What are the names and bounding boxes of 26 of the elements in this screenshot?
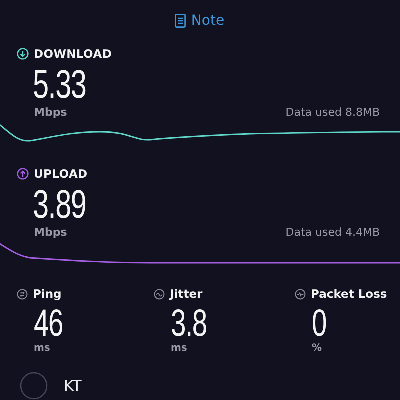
pulse-icon (295, 288, 306, 300)
stat-label: Packet Loss (311, 287, 388, 301)
data-used-text: Data used 4.4MB (286, 226, 380, 239)
speed-value: 3.89 (33, 185, 86, 225)
data-used-text: Data used 8.8MB (286, 106, 380, 119)
unit-label: Mbps (34, 226, 68, 239)
section-title: DOWNLOAD (34, 47, 112, 61)
unit-label: ms (171, 343, 188, 354)
speed-value: 5.33 (33, 65, 86, 105)
note-link[interactable]: Note (175, 12, 225, 30)
stat-label: Ping (33, 287, 62, 301)
stat-label: Jitter (170, 287, 203, 301)
wave-icon (154, 288, 165, 300)
provider-name: KT (64, 377, 82, 395)
stat-value: 46 (34, 305, 63, 343)
ping-icon (17, 288, 28, 300)
note-icon (175, 14, 186, 28)
provider-icon (20, 372, 48, 400)
unit-label: ms (34, 343, 50, 354)
upload-icon (17, 168, 29, 180)
stat-value: 0 (312, 305, 326, 343)
unit-label: % (312, 343, 322, 354)
stat-value: 3.8 (171, 305, 207, 343)
unit-label: Mbps (34, 106, 68, 119)
section-title: UPLOAD (34, 167, 88, 181)
download-icon (17, 48, 29, 60)
